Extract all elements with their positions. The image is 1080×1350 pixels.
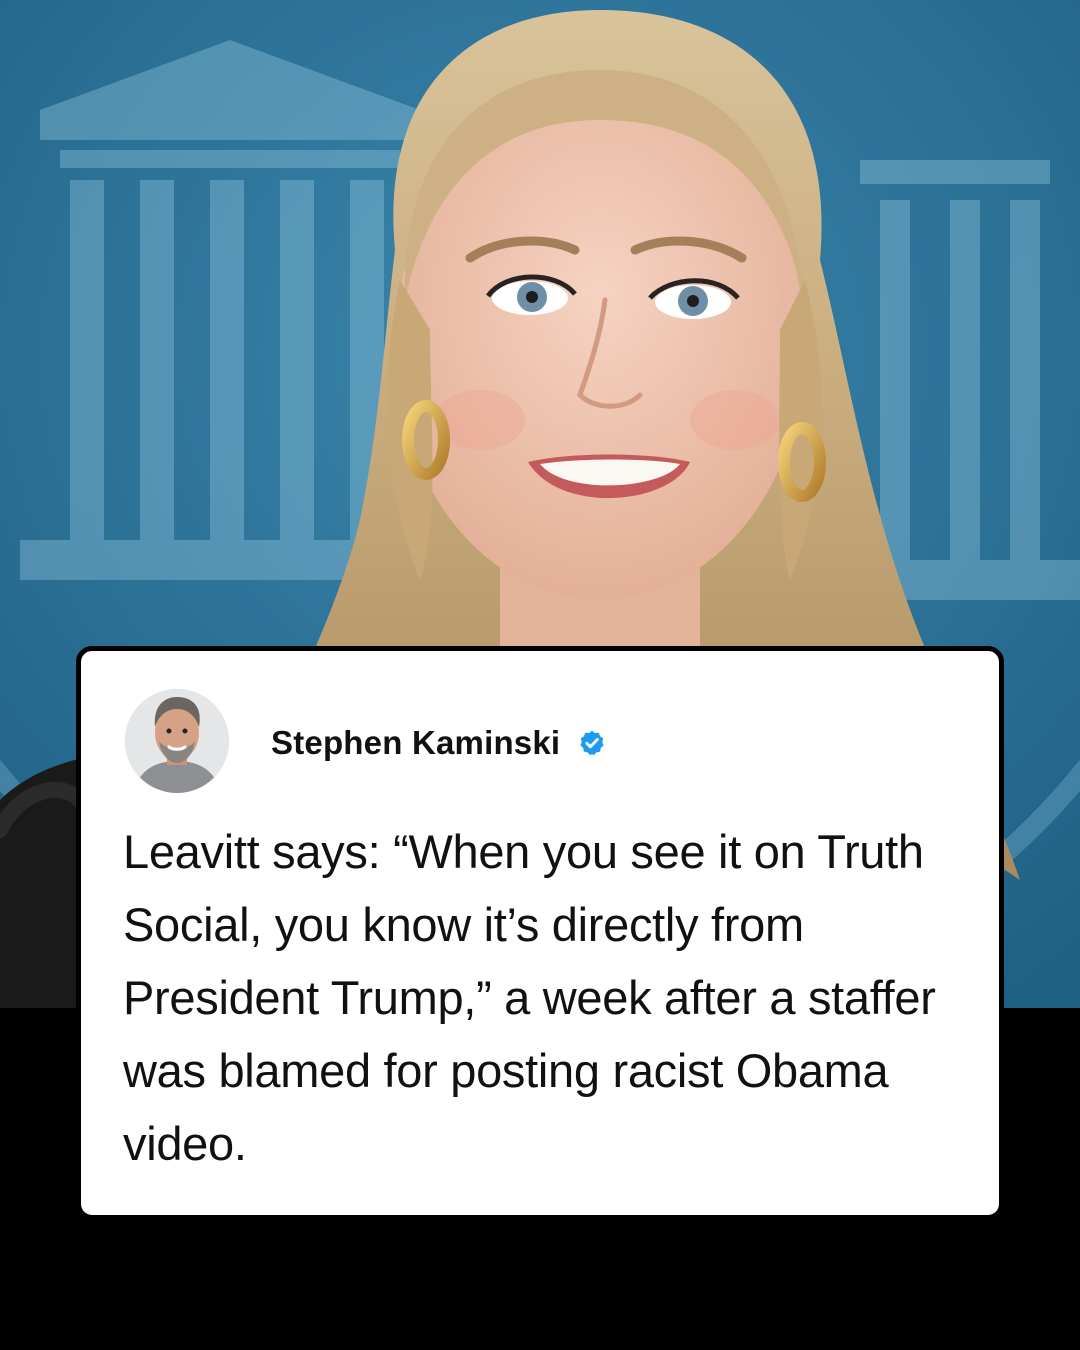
author-name[interactable]: Stephen Kaminski (271, 724, 560, 762)
post-text: Leavitt says: “When you see it on Truth … (123, 825, 936, 1170)
post-card: Stephen Kaminski Leavitt says: “When you… (76, 646, 1004, 1220)
post-graphic: Stephen Kaminski Leavitt says: “When you… (0, 0, 1080, 1350)
author-row: Stephen Kaminski (271, 723, 606, 763)
verified-badge-icon (578, 729, 606, 757)
avatar[interactable] (125, 689, 229, 793)
